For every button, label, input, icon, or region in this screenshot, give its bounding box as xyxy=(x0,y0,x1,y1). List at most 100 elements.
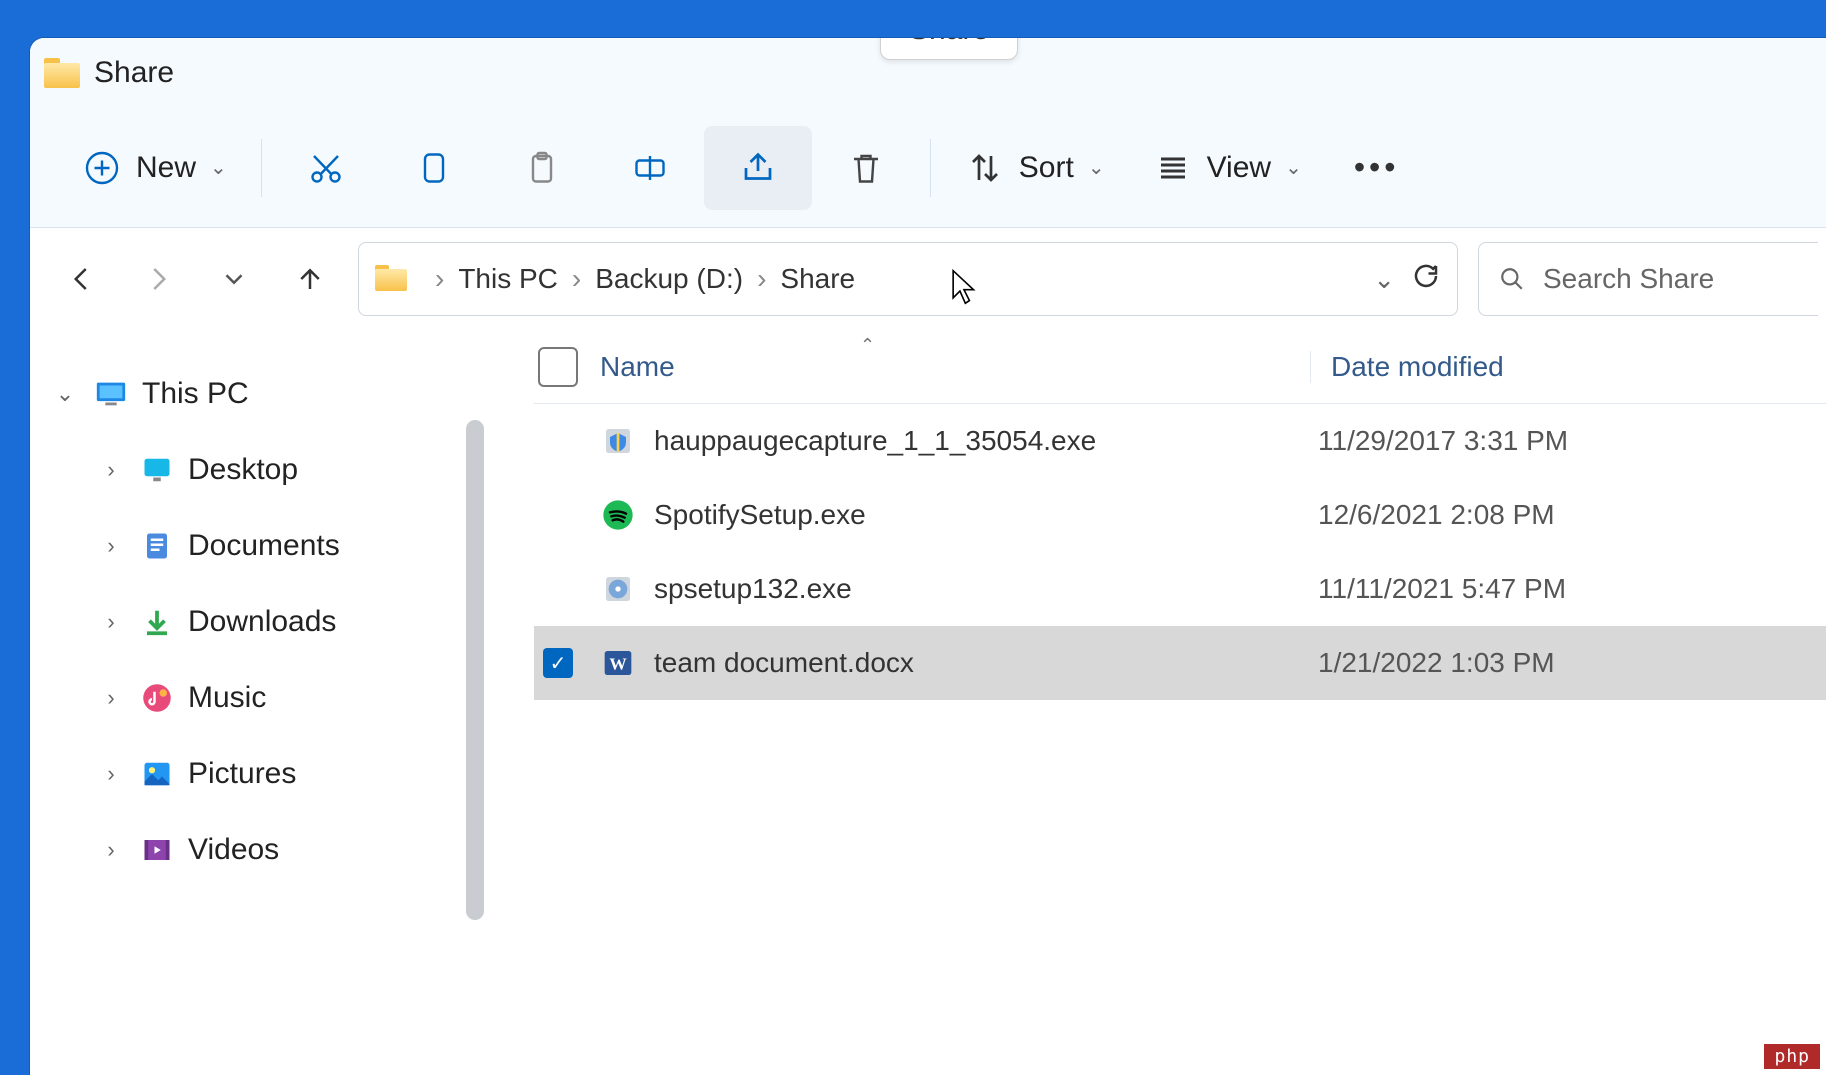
sidebar-item-label: Music xyxy=(188,681,266,715)
file-list: Name ⌃ Date modified hauppaugecapture_1_… xyxy=(484,330,1826,1075)
file-row[interactable]: ✓ Wteam document.docx1/21/2022 1:03 PM xyxy=(534,626,1826,700)
sidebar-item-desktop[interactable]: › Desktop xyxy=(84,432,484,508)
desktop-icon xyxy=(140,453,174,487)
search-icon xyxy=(1499,266,1525,292)
folder-icon xyxy=(44,58,80,88)
videos-icon xyxy=(140,833,174,867)
window-title: Share xyxy=(94,56,174,90)
recent-locations-button[interactable] xyxy=(206,251,262,307)
rename-icon xyxy=(630,148,670,188)
file-type-icon xyxy=(600,423,636,459)
sidebar-item-videos[interactable]: › Videos xyxy=(84,812,484,888)
svg-text:W: W xyxy=(609,655,627,674)
chevron-right-icon: › xyxy=(757,263,766,295)
chevron-down-icon[interactable]: ⌄ xyxy=(1373,264,1395,295)
sort-button[interactable]: Sort ⌄ xyxy=(941,126,1129,210)
sidebar-item-downloads[interactable]: › Downloads xyxy=(84,584,484,660)
sort-ascending-icon: ⌃ xyxy=(860,335,875,356)
pictures-icon xyxy=(140,757,174,791)
file-name: hauppaugecapture_1_1_35054.exe xyxy=(654,425,1298,457)
sidebar-item-label: Desktop xyxy=(188,453,298,487)
column-date[interactable]: Date modified xyxy=(1310,351,1504,383)
sidebar-item-pictures[interactable]: › Pictures xyxy=(84,736,484,812)
address-bar[interactable]: › This PC › Backup (D:) › Share ⌄ xyxy=(358,242,1458,316)
chevron-right-icon: › xyxy=(96,761,126,787)
file-date: 1/21/2022 1:03 PM xyxy=(1298,647,1555,679)
ellipsis-icon: ••• xyxy=(1354,149,1400,186)
file-date: 12/6/2021 2:08 PM xyxy=(1298,499,1555,531)
file-row[interactable]: SpotifySetup.exe12/6/2021 2:08 PM xyxy=(534,478,1826,552)
new-button[interactable]: New ⌄ xyxy=(58,126,251,210)
breadcrumb-drive[interactable]: Backup (D:) xyxy=(595,263,743,295)
cut-button[interactable] xyxy=(272,126,380,210)
pc-icon xyxy=(94,377,128,411)
copy-button[interactable] xyxy=(380,126,488,210)
sidebar-item-this-pc[interactable]: ⌄ This PC xyxy=(50,356,484,432)
sidebar: ⌄ This PC › Desktop › Documents xyxy=(30,330,484,1075)
paste-button[interactable] xyxy=(488,126,596,210)
sidebar-item-documents[interactable]: › Documents xyxy=(84,508,484,584)
more-button[interactable]: ••• xyxy=(1326,126,1428,210)
file-type-icon xyxy=(600,497,636,533)
column-headers: Name ⌃ Date modified xyxy=(534,330,1826,404)
address-row: › This PC › Backup (D:) › Share ⌄ Search… xyxy=(30,228,1826,330)
trash-icon xyxy=(846,148,886,188)
downloads-icon xyxy=(140,605,174,639)
chevron-down-icon: ⌄ xyxy=(50,381,80,407)
share-button[interactable] xyxy=(704,126,812,210)
copy-icon xyxy=(414,148,454,188)
search-placeholder: Search Share xyxy=(1543,263,1714,295)
clipboard-icon xyxy=(522,148,562,188)
file-date: 11/11/2021 5:47 PM xyxy=(1298,573,1566,605)
file-date: 11/29/2017 3:31 PM xyxy=(1298,425,1568,457)
sidebar-item-label: Pictures xyxy=(188,757,296,791)
chevron-right-icon: › xyxy=(96,837,126,863)
file-name: team document.docx xyxy=(654,647,1298,679)
file-row[interactable]: spsetup132.exe11/11/2021 5:47 PM xyxy=(534,552,1826,626)
chevron-down-icon: ⌄ xyxy=(1285,155,1302,180)
body: ⌄ This PC › Desktop › Documents xyxy=(30,330,1826,1075)
chevron-down-icon: ⌄ xyxy=(1088,155,1105,180)
sidebar-item-label: Videos xyxy=(188,833,279,867)
breadcrumb-folder[interactable]: Share xyxy=(780,263,855,295)
view-button[interactable]: View ⌄ xyxy=(1129,126,1326,210)
watermark: php xyxy=(1764,1044,1820,1069)
chevron-down-icon: ⌄ xyxy=(210,155,227,180)
row-checkbox[interactable]: ✓ xyxy=(543,648,573,678)
sort-icon xyxy=(965,148,1005,188)
sidebar-item-label: This PC xyxy=(142,377,249,411)
share-icon xyxy=(738,148,778,188)
toolbar-separator xyxy=(930,139,931,197)
toolbar-separator xyxy=(261,139,262,197)
plus-circle-icon xyxy=(82,148,122,188)
view-button-label: View xyxy=(1207,151,1271,185)
file-name: spsetup132.exe xyxy=(654,573,1298,605)
chevron-right-icon: › xyxy=(96,457,126,483)
rename-button[interactable] xyxy=(596,126,704,210)
chevron-right-icon: › xyxy=(435,263,444,295)
up-button[interactable] xyxy=(282,251,338,307)
new-button-label: New xyxy=(136,151,196,185)
file-name: SpotifySetup.exe xyxy=(654,499,1298,531)
delete-button[interactable] xyxy=(812,126,920,210)
view-list-icon xyxy=(1153,148,1193,188)
sidebar-item-label: Documents xyxy=(188,529,340,563)
documents-icon xyxy=(140,529,174,563)
column-name[interactable]: Name ⌃ xyxy=(600,351,1310,383)
chevron-right-icon: › xyxy=(96,609,126,635)
breadcrumb-this-pc[interactable]: This PC xyxy=(458,263,558,295)
toolbar: New ⌄ xyxy=(30,108,1826,228)
back-button[interactable] xyxy=(54,251,110,307)
refresh-button[interactable] xyxy=(1411,261,1441,298)
sidebar-scrollbar[interactable] xyxy=(466,420,484,920)
forward-button[interactable] xyxy=(130,251,186,307)
file-row[interactable]: hauppaugecapture_1_1_35054.exe11/29/2017… xyxy=(534,404,1826,478)
share-tooltip: Share xyxy=(880,38,1018,60)
music-icon xyxy=(140,681,174,715)
file-type-icon: W xyxy=(600,645,636,681)
chevron-right-icon: › xyxy=(96,685,126,711)
select-all-checkbox[interactable] xyxy=(538,347,578,387)
sidebar-item-music[interactable]: › Music xyxy=(84,660,484,736)
sort-button-label: Sort xyxy=(1019,151,1074,185)
search-input[interactable]: Search Share xyxy=(1478,242,1818,316)
